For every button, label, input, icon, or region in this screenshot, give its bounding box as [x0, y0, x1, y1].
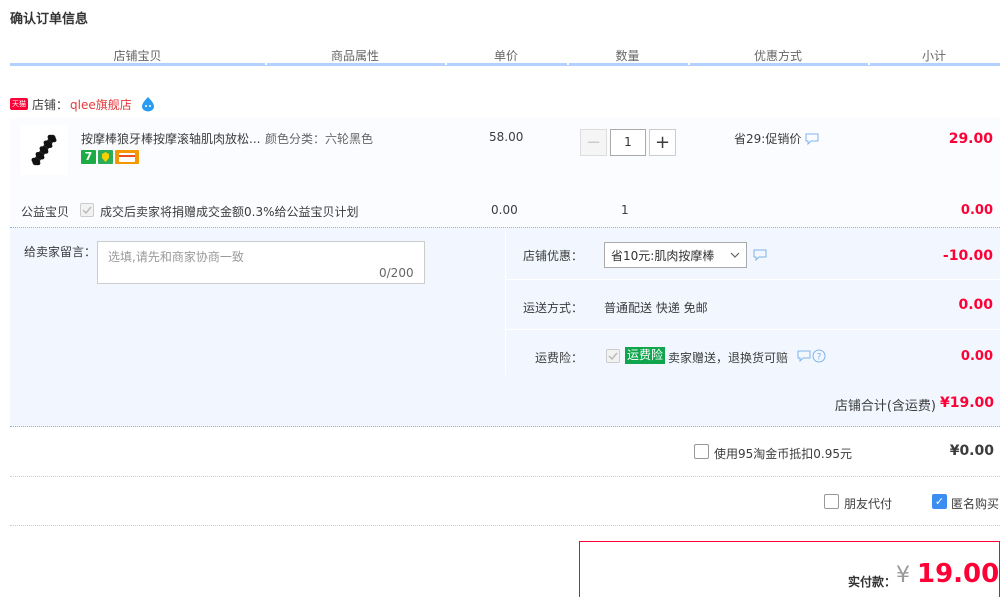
insurance-text: 卖家赠送，退换货可赔 [668, 351, 789, 365]
item-promo: 省29:促销价 [734, 130, 819, 147]
charity-checkbox[interactable] [80, 203, 94, 217]
shop-line: 天猫 店铺： qlee旗舰店 [10, 96, 156, 112]
comment-icon[interactable] [797, 350, 811, 362]
coins-checkbox[interactable] [694, 444, 709, 459]
shipping-amount: 0.00 [958, 297, 993, 313]
seven-day-return-icon[interactable]: 7 [81, 150, 96, 164]
coins-value: ¥0.00 [949, 443, 994, 459]
item-thumbnail[interactable] [20, 125, 68, 175]
col-header-subtotal: 小计 [921, 49, 946, 63]
anonymous-checkbox[interactable]: ✓ [932, 494, 947, 509]
col-header-item: 店铺宝贝 [113, 49, 162, 63]
charity-price: 0.00 [491, 203, 518, 217]
shop-discount-label: 店铺优惠： [522, 249, 583, 263]
comment-icon[interactable] [753, 249, 767, 261]
table-header: 店铺宝贝 商品属性 单价 数量 优惠方式 小计 [10, 44, 1000, 66]
payment-total: 19.00 [917, 559, 1000, 589]
service-badges: 7 [81, 150, 139, 164]
col-header-price: 单价 [493, 49, 518, 63]
friend-pay-label: 朋友代付 [844, 497, 893, 511]
col-header-qty: 数量 [615, 49, 640, 63]
col-header-promo: 优惠方式 [753, 49, 802, 63]
col-header-attr: 商品属性 [330, 49, 379, 63]
message-char-count: 0/200 [379, 266, 414, 280]
quantity-stepper: − 1 + [580, 129, 676, 156]
shop-name-link[interactable]: qlee旗舰店 [70, 96, 132, 113]
promo-text: 省29:促销价 [734, 132, 802, 146]
shop-total-label: 店铺合计(含运费) [834, 399, 936, 414]
insurance-amount: 0.00 [960, 349, 993, 364]
quantity-decrease-button[interactable]: − [580, 129, 607, 156]
credit-card-icon[interactable] [115, 150, 139, 164]
item-subtotal: 29.00 [948, 131, 993, 147]
item-unit-price: 58.00 [489, 130, 524, 144]
insurance-checkbox[interactable] [606, 349, 620, 363]
anonymous-label: 匿名购买 [951, 497, 1000, 511]
page-title: 确认订单信息 [10, 12, 89, 27]
friend-pay-checkbox[interactable] [824, 494, 839, 509]
comment-icon[interactable] [805, 133, 819, 145]
shop-total-value: ¥19.00 [939, 395, 994, 411]
shipping-method: 普通配送 快递 免邮 [604, 301, 708, 315]
quantity-increase-button[interactable]: + [649, 129, 676, 156]
chevron-down-icon [730, 252, 740, 258]
charity-label: 公益宝贝 [21, 205, 70, 219]
guarantee-icon[interactable] [98, 150, 113, 164]
insurance-tag: 运费险 [625, 347, 666, 364]
item-attribute: 颜色分类：六轮黑色 [265, 132, 374, 146]
payment-label: 实付款： [848, 575, 897, 589]
insurance-label: 运费险： [534, 351, 583, 365]
charity-quantity: 1 [621, 203, 629, 217]
shipping-label: 运送方式： [522, 301, 583, 315]
svg-text:?: ? [817, 353, 822, 363]
message-placeholder: 选填,请先和商家协商一致 [108, 250, 244, 264]
charity-text: 成交后卖家将捐赠成交金额0.3%给公益宝贝计划 [100, 205, 359, 219]
shop-discount-select[interactable]: 省10元:肌肉按摩棒 [604, 242, 747, 268]
item-title-link[interactable]: 按摩棒狼牙棒按摩滚轴肌肉放松... [81, 130, 261, 147]
quantity-input[interactable]: 1 [610, 129, 646, 156]
shop-discount-selected: 省10元:肌肉按摩棒 [611, 248, 715, 263]
charity-subtotal: 0.00 [960, 203, 993, 218]
wangwang-chat-icon[interactable] [140, 96, 156, 112]
divider [10, 476, 1000, 477]
tmall-badge-icon: 天猫 [10, 98, 28, 110]
divider [10, 525, 1000, 526]
help-icon[interactable]: ? [812, 349, 826, 363]
payment-currency: ¥ [896, 563, 910, 588]
shop-discount-amount: -10.00 [942, 248, 993, 264]
shop-label: 店铺： [32, 97, 69, 112]
message-label: 给卖家留言： [24, 245, 97, 259]
coins-label: 使用95淘金币抵扣0.95元 [714, 447, 852, 461]
